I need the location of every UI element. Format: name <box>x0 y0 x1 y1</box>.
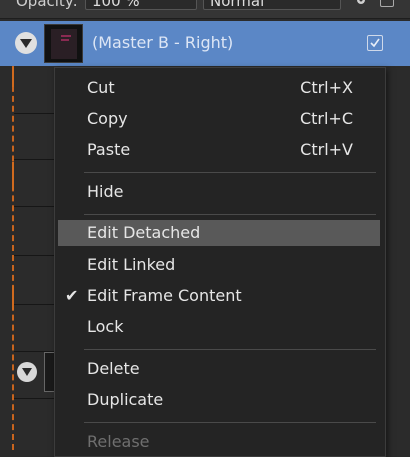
menu-item-copy[interactable]: Copy Ctrl+C <box>58 106 380 132</box>
menu-item-label: Hide <box>87 182 124 201</box>
timeline-marker <box>12 162 14 190</box>
menu-item-label: Duplicate <box>87 390 164 409</box>
menu-item-paste[interactable]: Paste Ctrl+V <box>58 137 380 163</box>
menu-item-delete[interactable]: Delete <box>58 356 380 382</box>
menu-separator <box>84 172 376 173</box>
row-divider <box>14 159 54 160</box>
thumbnail-mark <box>61 39 69 41</box>
menu-separator <box>84 422 376 423</box>
menu-item-edit-linked[interactable]: Edit Linked <box>58 252 380 278</box>
thumbnail-mark <box>61 35 71 37</box>
timeline-marker <box>12 286 14 310</box>
menu-item-shortcut: Ctrl+V <box>300 140 353 159</box>
row-divider <box>14 206 54 207</box>
menu-item-edit-detached[interactable]: Edit Detached <box>58 220 380 246</box>
context-menu: Cut Ctrl+X Copy Ctrl+C Paste Ctrl+V Hide… <box>54 67 386 457</box>
collapse-toggle-icon[interactable] <box>15 32 37 54</box>
checkmark-icon: ✔ <box>65 286 79 305</box>
layer-toolbar: Opacity: 100 % Normal <box>0 0 410 19</box>
check-icon <box>370 38 380 48</box>
menu-item-label: Edit Linked <box>87 255 176 274</box>
menu-item-lock[interactable]: Lock <box>58 314 380 340</box>
blend-mode-dropdown[interactable]: Normal <box>203 0 341 10</box>
layer-name: (Master B - Right) <box>92 33 234 52</box>
menu-item-label: Edit Frame Content <box>87 286 242 305</box>
menu-item-shortcut: Ctrl+C <box>299 109 353 128</box>
menu-item-release: Release <box>58 429 380 455</box>
expand-toggle-icon[interactable] <box>17 362 37 382</box>
opacity-field[interactable]: 100 % <box>85 0 197 10</box>
row-divider <box>14 255 54 256</box>
gear-icon[interactable] <box>354 0 368 6</box>
menu-item-shortcut: Ctrl+X <box>300 78 353 97</box>
menu-item-hide[interactable]: Hide <box>58 179 380 205</box>
opacity-label: Opacity: <box>16 0 78 10</box>
timeline-marker <box>12 67 14 87</box>
menu-item-label: Cut <box>87 78 115 97</box>
layer-thumbnail <box>44 24 83 63</box>
thumbnail-page <box>51 29 77 59</box>
menu-item-label: Paste <box>87 140 131 159</box>
row-divider <box>14 113 54 114</box>
timeline-guide <box>12 66 14 450</box>
menu-separator <box>84 349 376 350</box>
menu-item-label: Copy <box>87 109 128 128</box>
menu-item-label: Release <box>87 432 150 451</box>
row-divider <box>14 398 54 399</box>
menu-separator <box>84 214 376 215</box>
menu-item-edit-frame-content[interactable]: ✔ Edit Frame Content <box>58 283 380 309</box>
menu-item-cut[interactable]: Cut Ctrl+X <box>58 75 380 101</box>
layer-visibility-checkbox[interactable] <box>367 35 383 51</box>
menu-item-label: Edit Detached <box>87 223 201 242</box>
menu-item-label: Lock <box>87 317 124 336</box>
menu-item-label: Delete <box>87 359 140 378</box>
layer-row-master-b-right[interactable]: (Master B - Right) <box>0 21 410 66</box>
row-divider <box>14 304 54 305</box>
toolbar-checkbox[interactable] <box>380 0 394 7</box>
menu-item-duplicate[interactable]: Duplicate <box>58 387 380 413</box>
